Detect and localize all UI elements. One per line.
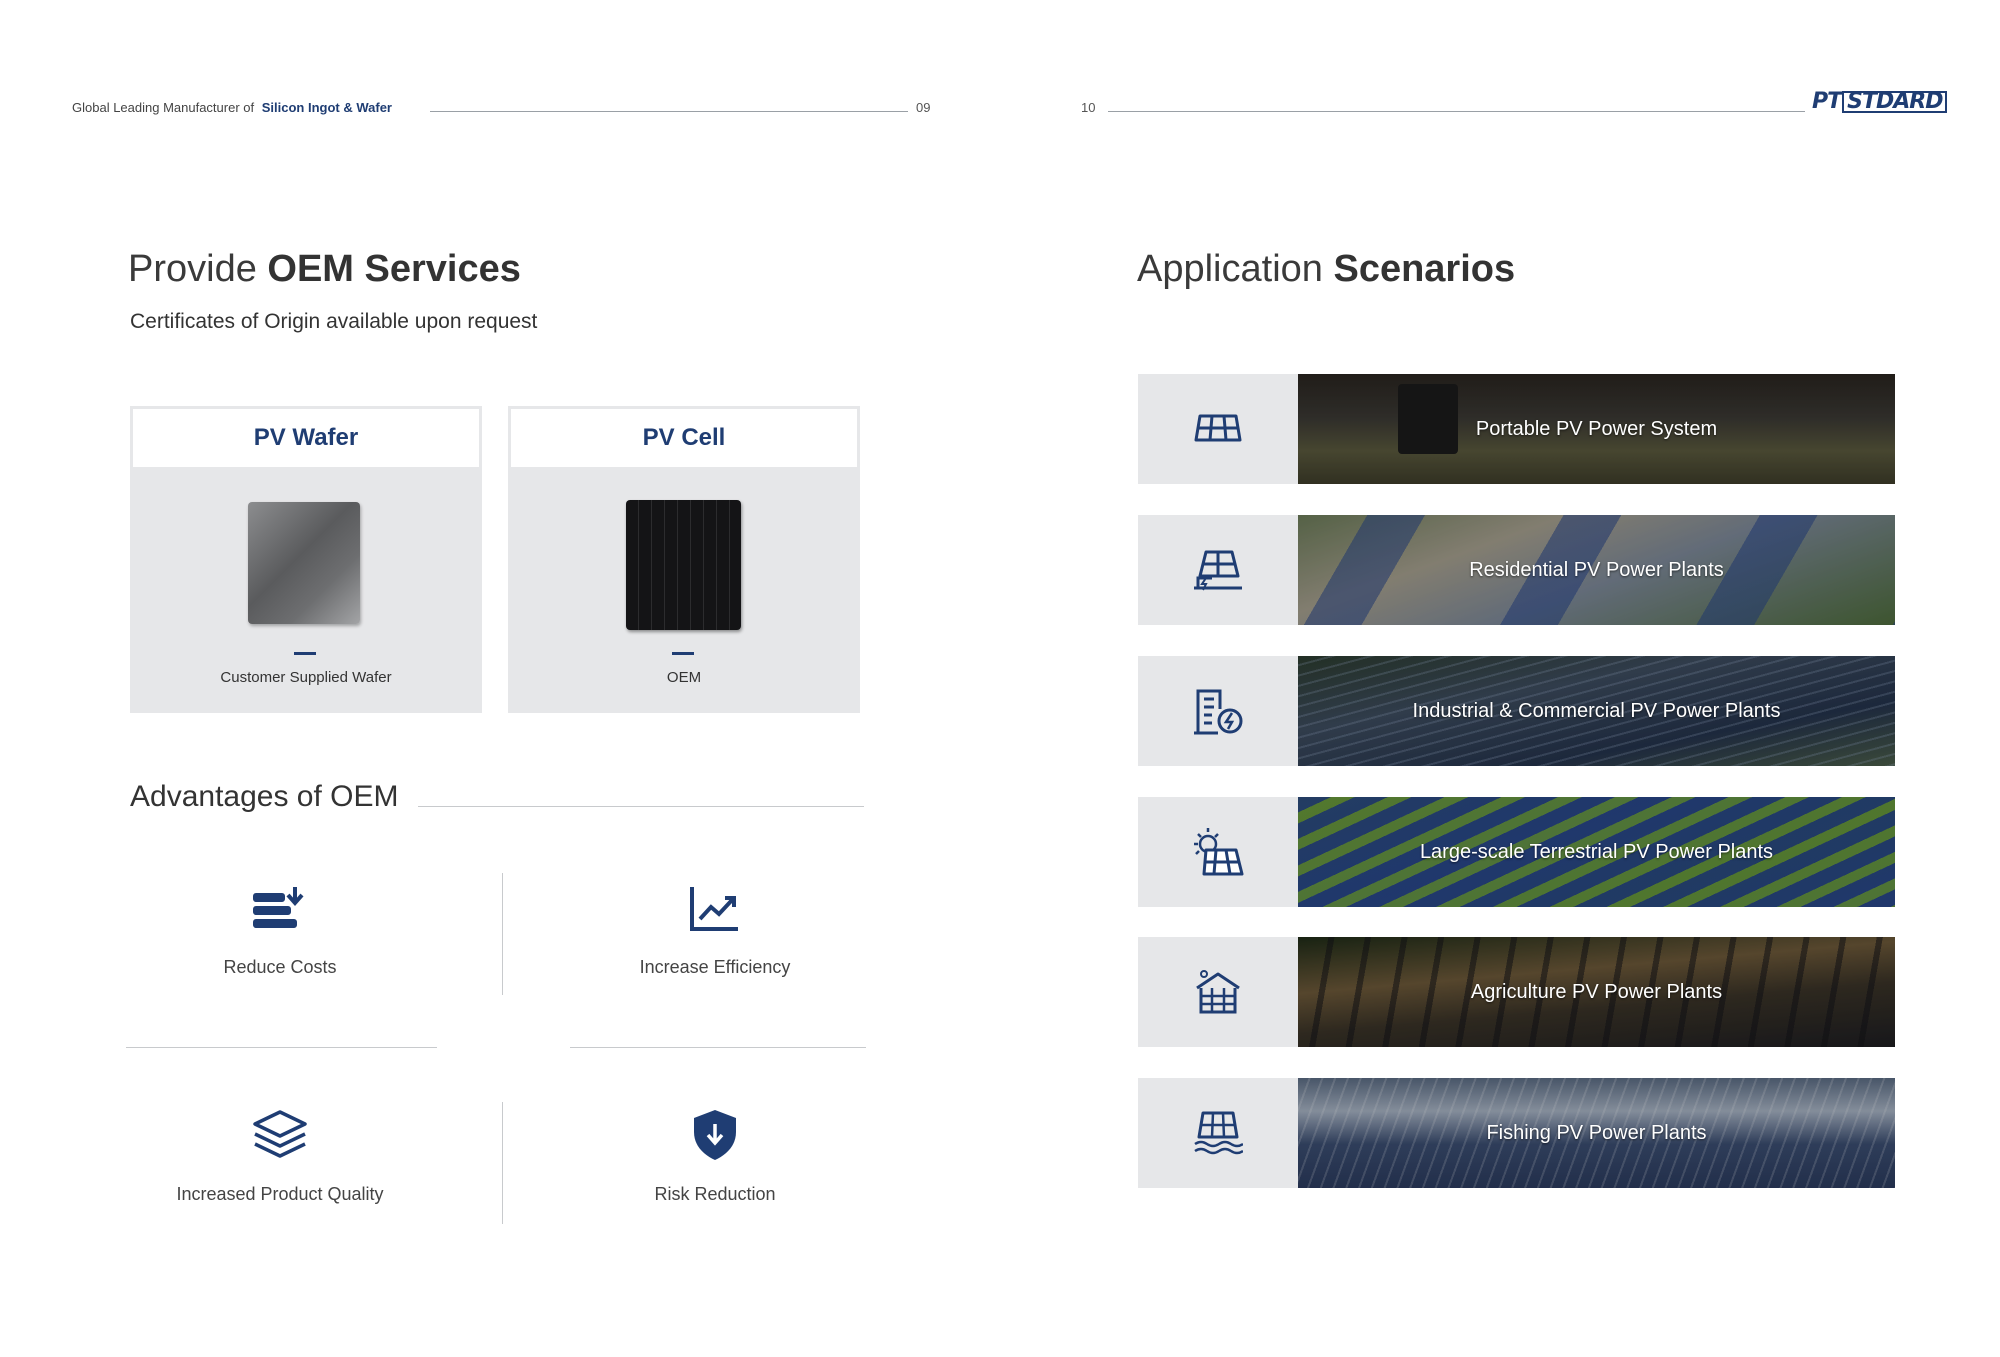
scenario-image: Agriculture PV Power Plants xyxy=(1298,937,1895,1047)
page-number-left: 09 xyxy=(916,100,931,115)
product-card-cell: PV Cell OEM xyxy=(508,406,860,713)
scenarios-title: Application Scenarios xyxy=(1137,248,1515,291)
scenarios-title-bold: Scenarios xyxy=(1333,248,1516,290)
card-divider xyxy=(672,652,694,655)
scenario-label: Residential PV Power Plants xyxy=(1469,558,1724,581)
scenario-agriculture: Agriculture PV Power Plants xyxy=(1138,937,1895,1047)
advantage-reduce-costs: Reduce Costs xyxy=(140,885,420,978)
advantage-label: Reduce Costs xyxy=(223,957,337,977)
scenario-residential: Residential PV Power Plants xyxy=(1138,515,1895,625)
oem-title: Provide OEM Services xyxy=(128,248,521,291)
card-caption: Customer Supplied Wafer xyxy=(220,669,392,686)
growth-chart-icon xyxy=(690,887,738,931)
rooftop-solar-icon xyxy=(1194,550,1242,591)
layers-icon xyxy=(253,1110,307,1158)
scenario-image: Large-scale Terrestrial PV Power Plants xyxy=(1298,797,1895,907)
advantage-row-rule-left xyxy=(126,1047,437,1048)
header-tagline: Global Leading Manufacturer of Silicon I… xyxy=(72,100,392,115)
scenario-image: Fishing PV Power Plants xyxy=(1298,1078,1895,1188)
advantage-label: Increased Product Quality xyxy=(176,1184,384,1204)
scenario-image: Portable PV Power System xyxy=(1298,374,1895,484)
advantage-divider xyxy=(502,1102,503,1224)
brand-logo: PT STDARD xyxy=(1812,89,1948,114)
scenarios-title-light: Application xyxy=(1137,248,1323,290)
tagline-emphasis: Silicon Ingot & Wafer xyxy=(261,100,392,115)
scenario-label: Industrial & Commercial PV Power Plants xyxy=(1412,699,1781,722)
reduce-costs-icon xyxy=(253,887,304,928)
scenario-label: Portable PV Power System xyxy=(1475,417,1718,440)
scenario-image: Residential PV Power Plants xyxy=(1298,515,1895,625)
advantage-label: Increase Efficiency xyxy=(639,957,791,977)
scenario-image: Industrial & Commercial PV Power Plants xyxy=(1298,656,1895,766)
advantage-row-rule-right xyxy=(570,1047,866,1048)
advantage-risk-reduction: Risk Reduction xyxy=(575,1108,855,1205)
tagline-prefix: Global Leading Manufacturer of xyxy=(72,100,255,115)
scenario-terrestrial: Large-scale Terrestrial PV Power Plants xyxy=(1138,797,1895,907)
header-rule-right xyxy=(1108,111,1805,112)
scenario-portable: Portable PV Power System xyxy=(1138,374,1895,484)
oem-title-bold: OEM Services xyxy=(267,248,521,290)
solar-panel-icon xyxy=(1194,414,1242,442)
scenario-industrial: Industrial & Commercial PV Power Plants xyxy=(1138,656,1895,766)
sun-panel-icon xyxy=(1194,828,1244,876)
scenario-label: Fishing PV Power Plants xyxy=(1486,1121,1707,1144)
card-caption: OEM xyxy=(666,669,702,686)
scenario-label: Agriculture PV Power Plants xyxy=(1470,980,1723,1003)
shield-icon xyxy=(694,1110,736,1160)
greenhouse-solar-icon xyxy=(1196,970,1240,1014)
advantage-product-quality: Increased Product Quality xyxy=(140,1108,420,1205)
building-energy-icon xyxy=(1194,689,1243,735)
scenario-fishing: Fishing PV Power Plants xyxy=(1138,1078,1895,1188)
oem-subtitle: Certificates of Origin available upon re… xyxy=(130,310,538,333)
header-rule-left xyxy=(430,111,908,112)
page-number-right: 10 xyxy=(1081,100,1096,115)
product-card-wafer: PV Wafer Customer Supplied Wafer xyxy=(130,406,482,713)
wafer-image xyxy=(248,502,360,624)
advantage-increase-efficiency: Increase Efficiency xyxy=(575,885,855,978)
advantages-title-rule xyxy=(418,806,864,807)
oem-title-light: Provide xyxy=(128,248,257,290)
card-title: PV Cell xyxy=(509,407,859,469)
advantage-label: Risk Reduction xyxy=(654,1184,776,1204)
card-divider xyxy=(294,652,316,655)
advantage-divider xyxy=(502,873,503,995)
card-title: PV Wafer xyxy=(131,407,481,469)
scenario-label: Large-scale Terrestrial PV Power Plants xyxy=(1419,840,1774,863)
cell-image xyxy=(626,500,741,630)
water-solar-icon xyxy=(1194,1111,1243,1155)
advantages-title: Advantages of OEM xyxy=(130,780,399,813)
